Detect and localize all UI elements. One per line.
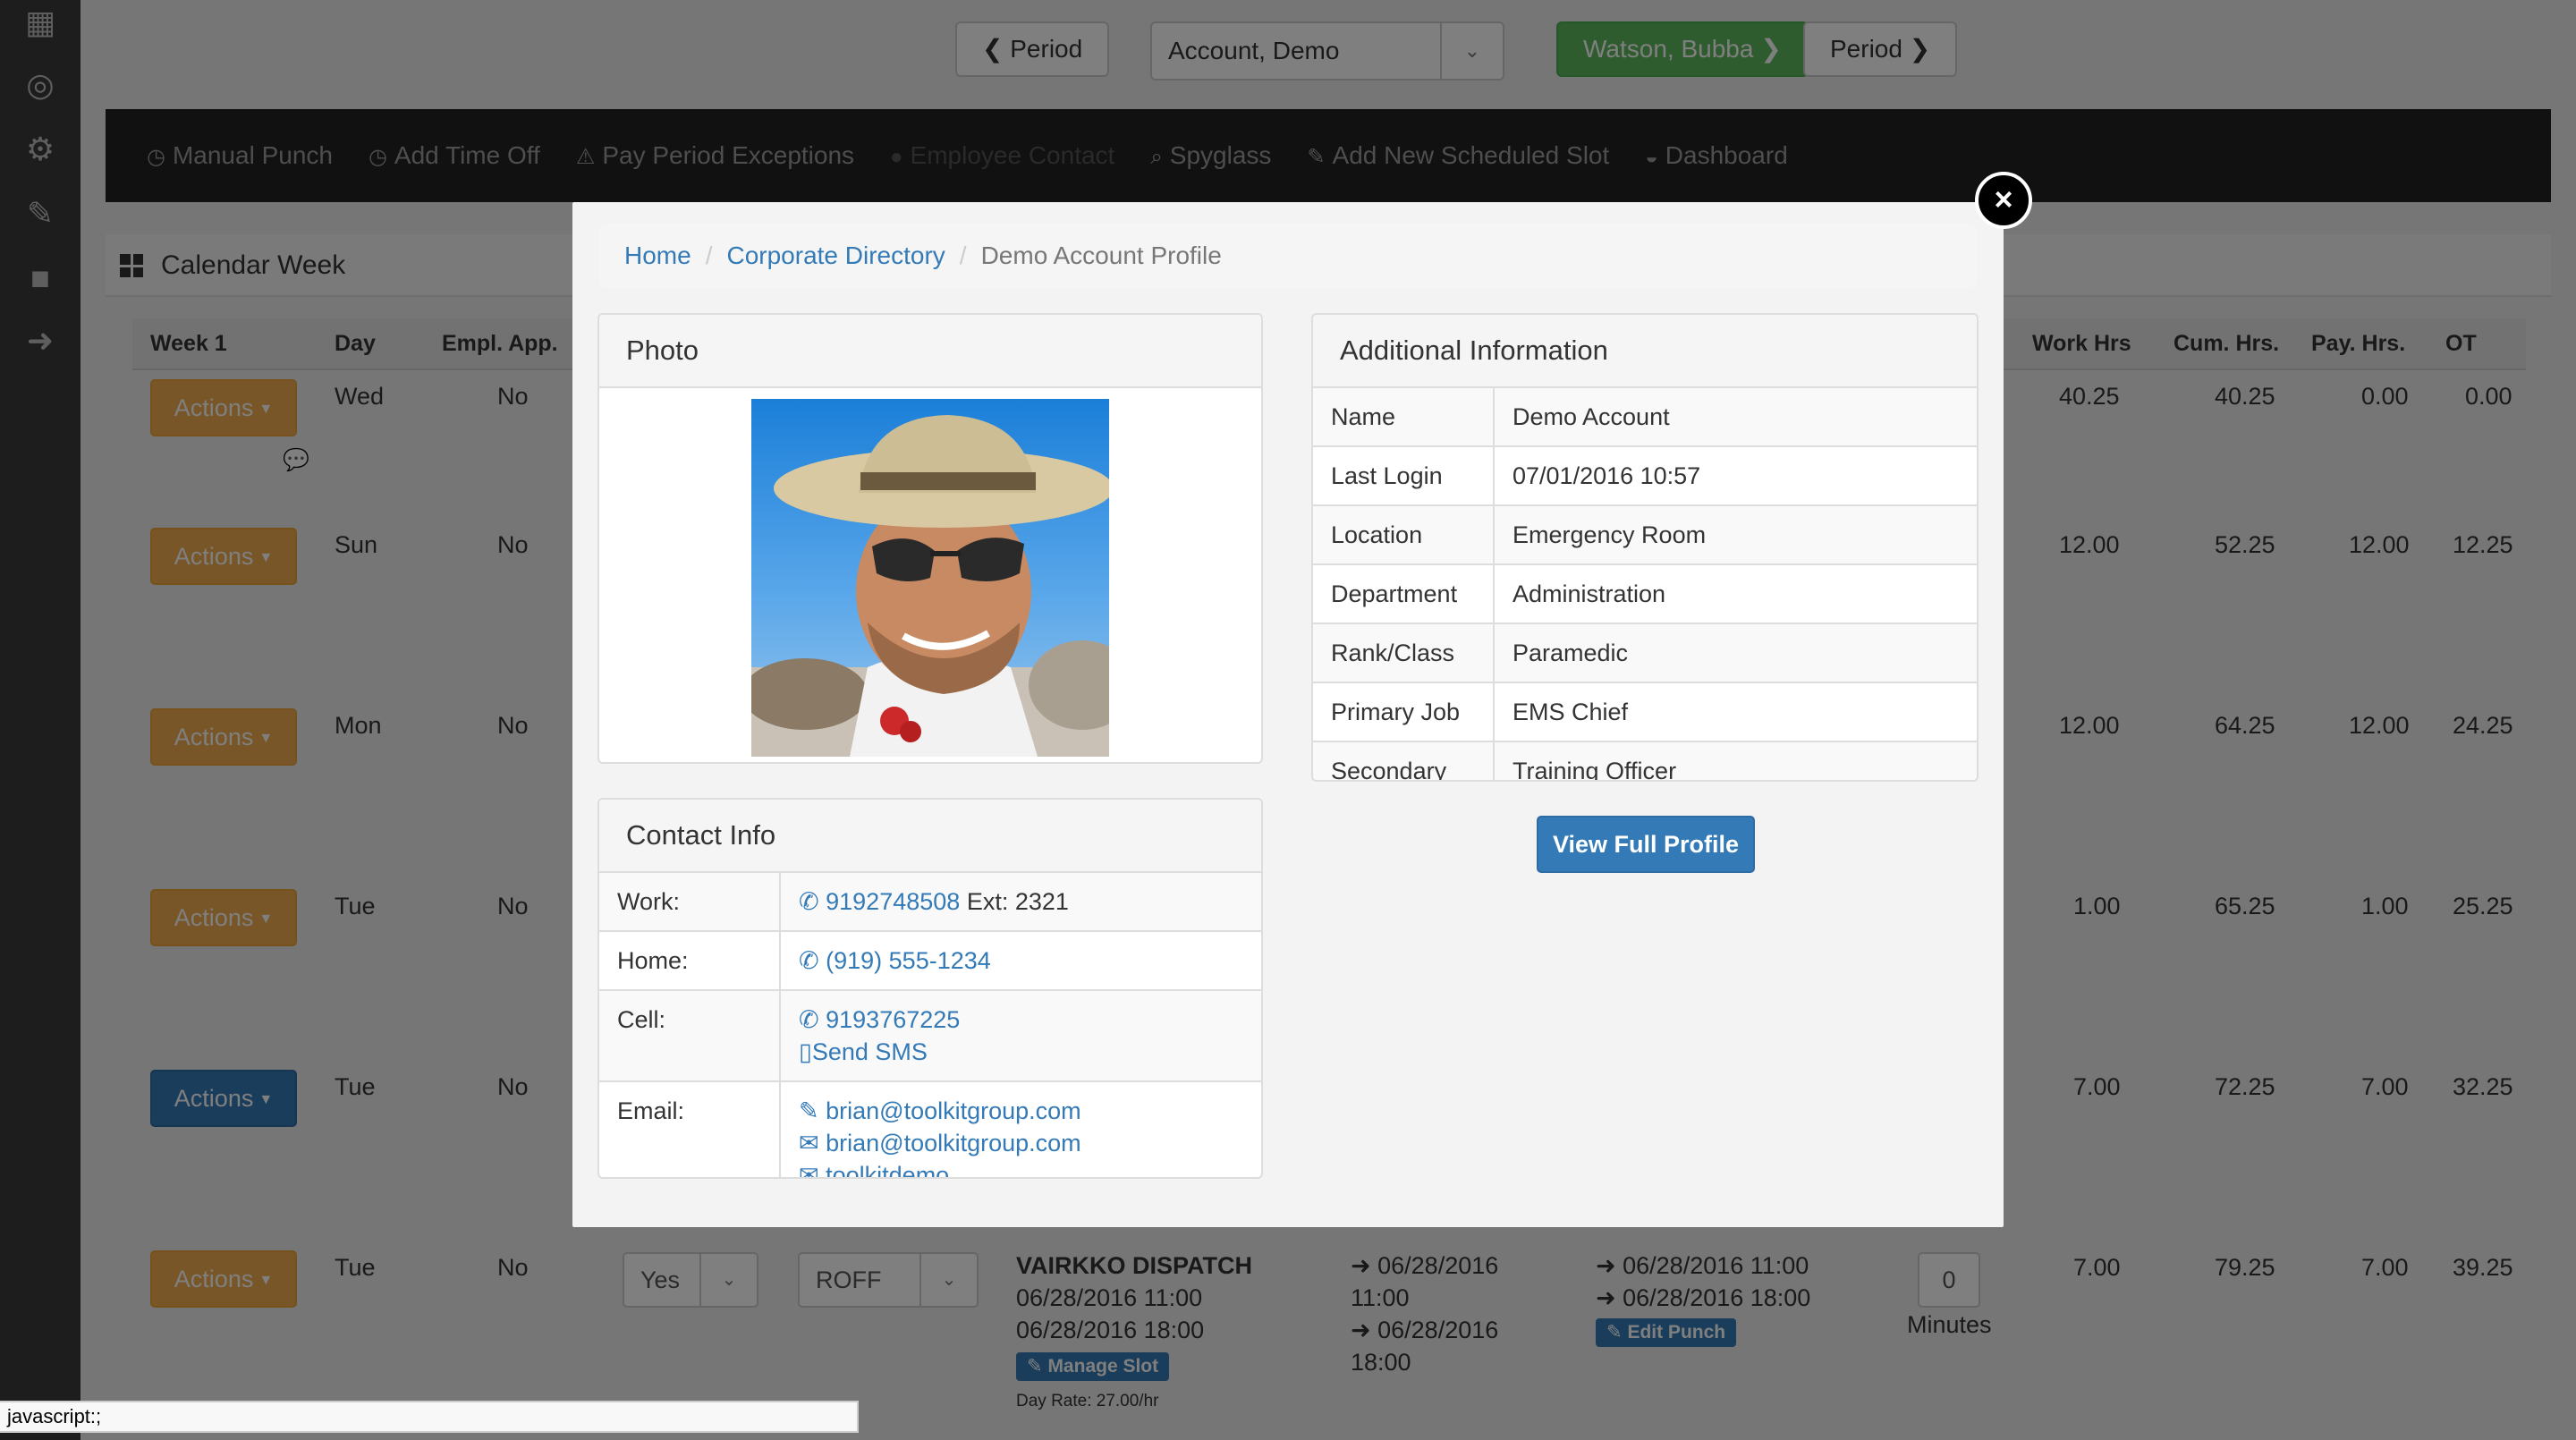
info-value: 07/01/2016 10:57 bbox=[1494, 445, 1977, 505]
contact-label: Work: bbox=[599, 873, 781, 931]
contact-card: Contact Info Work: ✆ 9192748508 Ext: 232… bbox=[597, 798, 1263, 1179]
contact-card-title: Contact Info bbox=[599, 800, 1261, 873]
profile-photo bbox=[751, 399, 1109, 757]
contact-label: Home: bbox=[599, 930, 781, 990]
breadcrumb: Home / Corporate Directory / Demo Account Pr… bbox=[599, 224, 1977, 288]
info-row: Secondary JobTraining Officer bbox=[1313, 741, 1977, 780]
email-link[interactable]: ✉ toolkitdemo bbox=[799, 1159, 1243, 1179]
view-full-profile-button[interactable]: View Full Profile bbox=[1537, 816, 1755, 873]
info-value: Paramedic bbox=[1494, 623, 1977, 682]
phone-icon: ✆ bbox=[799, 947, 826, 974]
info-row: Last Login 07/01/2016 10:57 bbox=[1313, 445, 1977, 505]
info-value: Demo Account bbox=[1494, 388, 1977, 446]
contact-row-work: Work: ✆ 9192748508 Ext: 2321 bbox=[599, 873, 1261, 931]
send-sms-link[interactable]: ▯Send SMS bbox=[799, 1036, 1243, 1068]
close-icon: × bbox=[1994, 181, 2013, 217]
mobile-icon: ▯ bbox=[799, 1038, 812, 1065]
additional-info-card: Additional Information Name Demo Account … bbox=[1311, 313, 1979, 782]
photo-card: Photo bbox=[597, 313, 1263, 764]
additional-info-table: Name Demo Account Last Login 07/01/2016 10… bbox=[1313, 388, 1977, 780]
phone-icon: ✆ bbox=[799, 1006, 826, 1033]
additional-info-title: Additional Information bbox=[1313, 315, 1977, 388]
contact-label: Email: bbox=[599, 1080, 781, 1177]
info-label: Last Login bbox=[1313, 445, 1495, 505]
work-ext: Ext: 2321 bbox=[966, 888, 1069, 915]
cell-phone-link[interactable]: ✆ 9193767225 bbox=[799, 1004, 1243, 1036]
email-link[interactable]: ✎ brian@toolkitgroup.com bbox=[799, 1095, 1243, 1127]
info-label: Location bbox=[1313, 504, 1495, 564]
browser-status-bar: javascript:; bbox=[0, 1401, 859, 1433]
info-row: Department Administration bbox=[1313, 563, 1977, 623]
info-row: Primary Job EMS Chief bbox=[1313, 682, 1977, 741]
breadcrumb-directory[interactable]: Corporate Directory bbox=[726, 241, 945, 269]
info-label: Name bbox=[1313, 388, 1495, 446]
contact-row-cell: Cell: ✆ 9193767225 ▯Send SMS bbox=[599, 989, 1261, 1081]
work-phone-link[interactable]: ✆ 9192748508 bbox=[799, 888, 960, 915]
info-row: Rank/Class Paramedic bbox=[1313, 623, 1977, 682]
home-phone-link[interactable]: ✆ (919) 555-1234 bbox=[799, 947, 991, 974]
envelope-icon: ✉ bbox=[799, 1130, 826, 1156]
info-value: Emergency Room bbox=[1494, 504, 1977, 564]
contact-row-home: Home: ✆ (919) 555-1234 bbox=[599, 930, 1261, 990]
info-label: Department bbox=[1313, 563, 1495, 623]
envelope-icon: ✉ bbox=[799, 1162, 826, 1179]
info-row: Name Demo Account bbox=[1313, 388, 1977, 446]
contact-label: Cell: bbox=[599, 989, 781, 1081]
phone-icon: ✆ bbox=[799, 888, 826, 915]
info-row: Location Emergency Room bbox=[1313, 504, 1977, 564]
info-label: Rank/Class bbox=[1313, 623, 1495, 682]
info-value: EMS Chief bbox=[1494, 682, 1977, 741]
email-link[interactable]: ✉ brian@toolkitgroup.com bbox=[799, 1127, 1243, 1159]
photo-card-title: Photo bbox=[599, 315, 1261, 388]
contact-table: Work: ✆ 9192748508 Ext: 2321 Home: ✆ (91… bbox=[599, 873, 1261, 1179]
breadcrumb-current: Demo Account Profile bbox=[980, 241, 1222, 269]
info-label: Primary Job bbox=[1313, 682, 1495, 741]
contact-row-email: Email: ✎ brian@toolkitgroup.com ✉ brian@… bbox=[599, 1080, 1261, 1179]
close-modal-button[interactable]: × bbox=[1975, 172, 2032, 229]
profile-modal: Home / Corporate Directory / Demo Account Pr… bbox=[572, 202, 2004, 1227]
edit-icon: ✎ bbox=[799, 1097, 826, 1124]
info-value: Training Officer bbox=[1494, 741, 1977, 780]
info-value: Administration bbox=[1494, 563, 1977, 623]
info-label: Secondary Job bbox=[1313, 741, 1495, 780]
breadcrumb-home[interactable]: Home bbox=[624, 241, 691, 269]
